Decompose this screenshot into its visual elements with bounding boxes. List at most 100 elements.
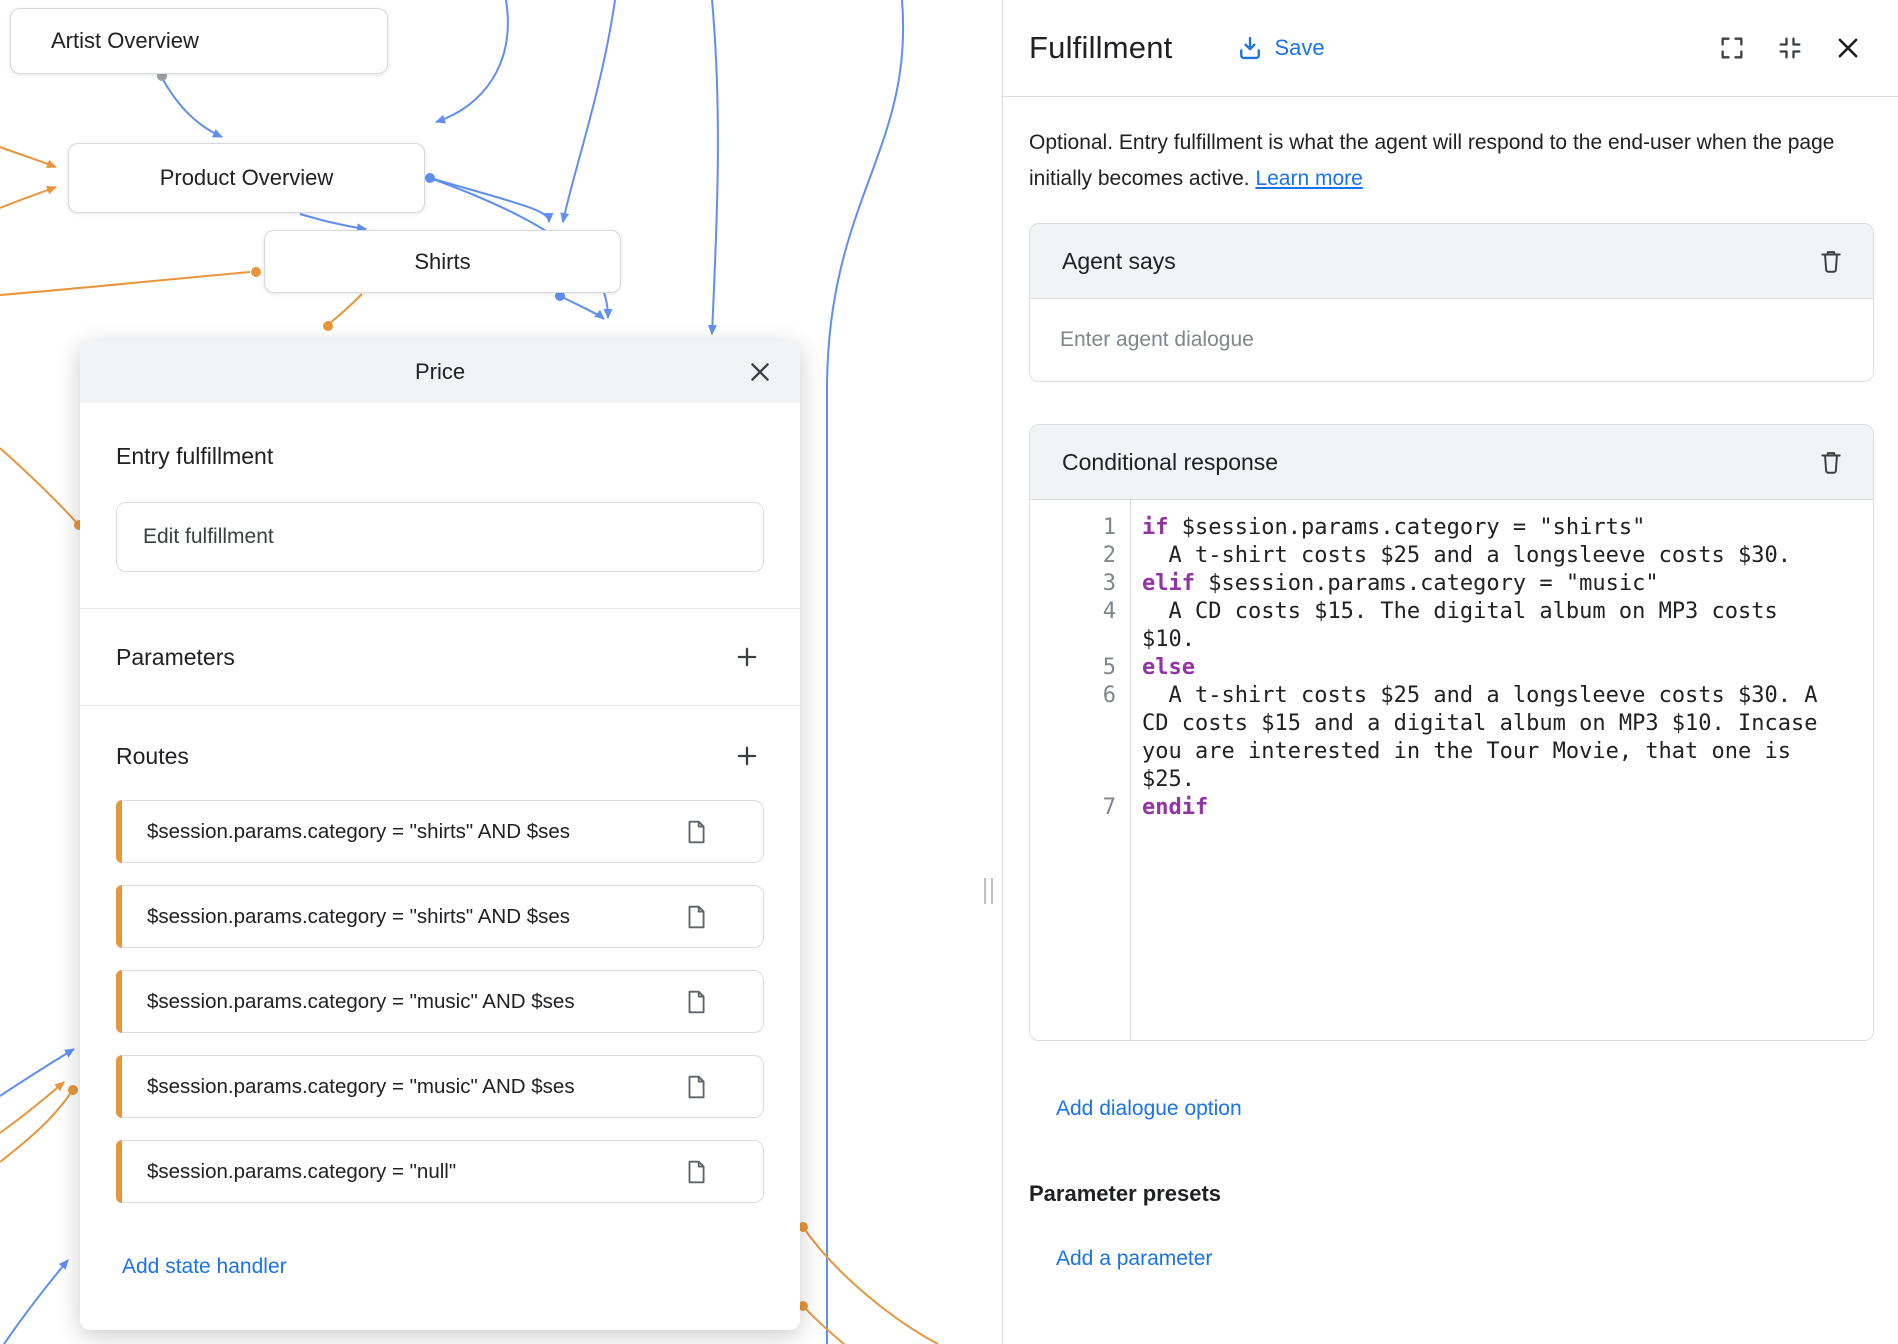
line-number: 4 xyxy=(1030,598,1130,626)
route-condition-label: $session.params.category = "music" AND $… xyxy=(147,1075,575,1099)
route-item[interactable]: $session.params.category = "null" xyxy=(116,1140,764,1203)
route-open-button[interactable] xyxy=(681,817,711,847)
route-condition-bar xyxy=(116,885,122,948)
node-artist-overview[interactable]: Artist Overview xyxy=(10,8,388,74)
code-line: 2 A t-shirt costs $25 and a longsleeve c… xyxy=(1030,542,1873,570)
delete-conditional-response-button[interactable] xyxy=(1815,446,1847,478)
divider xyxy=(80,705,800,706)
document-icon xyxy=(683,904,709,930)
panel-title: Fulfillment xyxy=(1029,30,1172,66)
close-icon xyxy=(747,359,773,385)
conditional-response-card: Conditional response 1if $session.params… xyxy=(1029,424,1874,1041)
code-line: 5else xyxy=(1030,654,1873,682)
route-condition-label: $session.params.category = "shirts" AND … xyxy=(147,820,570,844)
routes-list: $session.params.category = "shirts" AND … xyxy=(116,800,764,1203)
route-item[interactable]: $session.params.category = "music" AND $… xyxy=(116,1055,764,1118)
code-line: 6 A t-shirt costs $25 and a longsleeve c… xyxy=(1030,682,1873,794)
add-state-handler-link[interactable]: Add state handler xyxy=(122,1255,287,1279)
code-lines: 1if $session.params.category = "shirts"2… xyxy=(1030,514,1873,822)
agent-says-title: Agent says xyxy=(1062,248,1176,275)
node-shirts[interactable]: Shirts xyxy=(264,230,621,293)
route-item[interactable]: $session.params.category = "shirts" AND … xyxy=(116,800,764,863)
exit-fullscreen-button[interactable] xyxy=(1774,32,1806,64)
code-line: 1if $session.params.category = "shirts" xyxy=(1030,514,1873,542)
price-card-close-button[interactable] xyxy=(744,356,776,388)
line-number: 7 xyxy=(1030,794,1130,822)
panel-header: Fulfillment Save xyxy=(1003,0,1898,97)
document-icon xyxy=(683,819,709,845)
code-text: elif $session.params.category = "music" xyxy=(1130,570,1832,598)
entry-fulfillment-heading: Entry fulfillment xyxy=(116,443,764,470)
fulfillment-panel: Fulfillment Save xyxy=(1002,0,1898,1344)
edit-fulfillment-label: Edit fulfillment xyxy=(143,525,274,549)
route-open-button[interactable] xyxy=(681,902,711,932)
code-text: A t-shirt costs $25 and a longsleeve cos… xyxy=(1130,682,1832,794)
edit-fulfillment-button[interactable]: Edit fulfillment xyxy=(116,502,764,572)
node-product-overview[interactable]: Product Overview xyxy=(68,143,425,213)
line-number: 6 xyxy=(1030,682,1130,710)
route-item[interactable]: $session.params.category = "music" AND $… xyxy=(116,970,764,1033)
close-panel-button[interactable] xyxy=(1832,32,1864,64)
code-text: A CD costs $15. The digital album on MP3… xyxy=(1130,598,1832,654)
learn-more-link[interactable]: Learn more xyxy=(1255,167,1362,190)
code-text: endif xyxy=(1130,794,1832,822)
route-open-button[interactable] xyxy=(681,987,711,1017)
node-label: Artist Overview xyxy=(51,28,199,54)
trash-icon xyxy=(1818,449,1844,475)
line-number: 1 xyxy=(1030,514,1130,542)
close-icon xyxy=(1834,34,1862,62)
code-text: if $session.params.category = "shirts" xyxy=(1130,514,1832,542)
gutter-divider xyxy=(1130,500,1131,1040)
code-line: 7endif xyxy=(1030,794,1873,822)
code-line: 3elif $session.params.category = "music" xyxy=(1030,570,1873,598)
route-condition-bar xyxy=(116,1140,122,1203)
route-condition-label: $session.params.category = "music" AND $… xyxy=(147,990,575,1014)
fullscreen-icon xyxy=(1718,34,1746,62)
route-open-button[interactable] xyxy=(681,1157,711,1187)
code-text: A t-shirt costs $25 and a longsleeve cos… xyxy=(1130,542,1832,570)
divider xyxy=(80,608,800,609)
line-number: 2 xyxy=(1030,542,1130,570)
route-condition-bar xyxy=(116,970,122,1033)
panel-resize-handle[interactable] xyxy=(984,878,993,904)
document-icon xyxy=(683,1074,709,1100)
node-label: Shirts xyxy=(414,249,470,275)
price-card-title: Price xyxy=(415,359,465,385)
routes-heading: Routes xyxy=(116,743,189,770)
add-route-button[interactable] xyxy=(730,739,764,773)
plus-icon xyxy=(733,742,761,770)
fullscreen-button[interactable] xyxy=(1716,32,1748,64)
parameter-presets-heading: Parameter presets xyxy=(1029,1181,1873,1207)
agent-says-card: Agent says xyxy=(1029,223,1874,382)
panel-description: Optional. Entry fulfillment is what the … xyxy=(1029,125,1873,197)
line-number: 3 xyxy=(1030,570,1130,598)
price-card-header[interactable]: Price xyxy=(80,340,800,403)
add-a-parameter-link[interactable]: Add a parameter xyxy=(1056,1247,1212,1271)
delete-agent-says-button[interactable] xyxy=(1815,245,1847,277)
route-condition-bar xyxy=(116,1055,122,1118)
conditional-response-editor[interactable]: 1if $session.params.category = "shirts"2… xyxy=(1030,500,1873,1040)
add-dialogue-option-link[interactable]: Add dialogue option xyxy=(1056,1097,1242,1121)
save-button[interactable]: Save xyxy=(1236,34,1324,62)
price-page-card: Price Entry fulfillment Edit fulfillment… xyxy=(80,340,800,1330)
document-icon xyxy=(683,989,709,1015)
plus-icon xyxy=(733,643,761,671)
parameters-heading: Parameters xyxy=(116,644,235,671)
route-condition-label: $session.params.category = "null" xyxy=(147,1160,456,1184)
code-line: 4 A CD costs $15. The digital album on M… xyxy=(1030,598,1873,654)
route-item[interactable]: $session.params.category = "shirts" AND … xyxy=(116,885,764,948)
agent-dialogue-input[interactable] xyxy=(1030,299,1873,381)
trash-icon xyxy=(1818,248,1844,274)
save-icon xyxy=(1236,34,1264,62)
exit-fullscreen-icon xyxy=(1776,34,1804,62)
add-parameter-button[interactable] xyxy=(730,640,764,674)
route-condition-label: $session.params.category = "shirts" AND … xyxy=(147,905,570,929)
code-text: else xyxy=(1130,654,1832,682)
route-open-button[interactable] xyxy=(681,1072,711,1102)
document-icon xyxy=(683,1159,709,1185)
line-number: 5 xyxy=(1030,654,1130,682)
save-label: Save xyxy=(1274,35,1324,61)
flow-canvas[interactable]: Artist Overview Product Overview Shirts … xyxy=(0,0,1002,1344)
node-label: Product Overview xyxy=(160,165,334,191)
conditional-response-title: Conditional response xyxy=(1062,449,1278,476)
